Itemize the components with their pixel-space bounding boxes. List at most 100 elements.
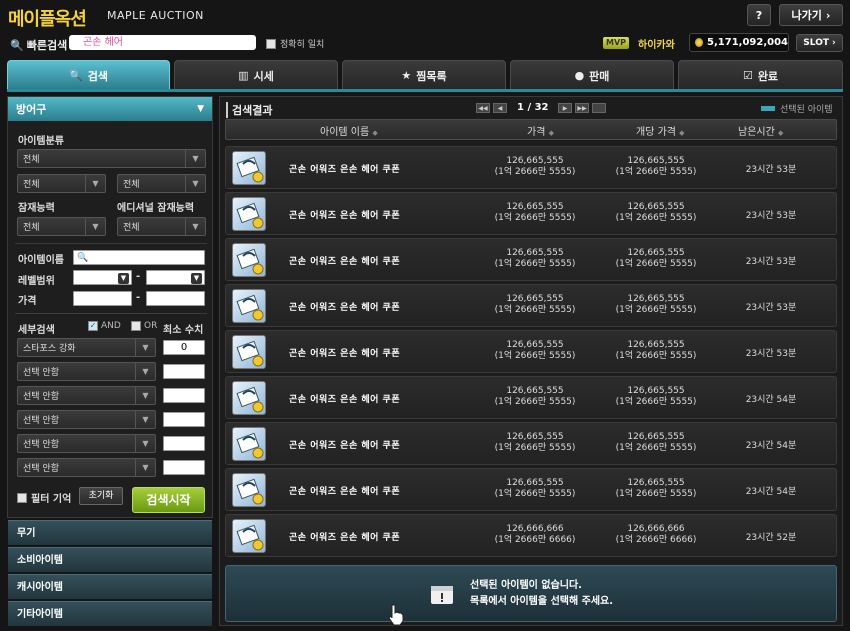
tab-label: 검색 [87, 69, 108, 83]
hand-cursor-icon [388, 604, 404, 626]
additional-potential-select[interactable]: 전체 ▼ [117, 217, 206, 236]
checkbox-icon: ☑ [742, 69, 753, 82]
item-name: 곤손 어워즈 은손 헤어 쿠폰 [289, 303, 401, 313]
prev-page-button[interactable]: ◀ [493, 103, 507, 113]
category-cash[interactable]: 캐시아이템 [8, 574, 212, 599]
unit-price-korean: (1억 2666만 5555) [615, 213, 697, 223]
category-header[interactable]: 방어구 ▼ [8, 97, 212, 121]
exit-button[interactable]: 나가기 › [779, 4, 843, 26]
price-value: 126,665,555 [506, 432, 564, 442]
item-subclass-select-2[interactable]: 전체 ▼ [117, 174, 206, 193]
reset-button[interactable]: 초기화 [79, 487, 123, 505]
sell-icon: ● [574, 69, 585, 82]
category-etc[interactable]: 기타아이템 [8, 601, 212, 626]
tab-sell[interactable]: ● 판매 [510, 60, 674, 90]
category-consumable[interactable]: 소비아이템 [8, 547, 212, 572]
level-min-select[interactable]: ▼ [73, 270, 132, 285]
item-detail-panel: 선택된 아이템이 없습니다. 목록에서 아이템을 선택해 주세요. [225, 565, 837, 622]
option-select[interactable]: 선택 안함 ▼ [17, 386, 156, 405]
price-min-input[interactable] [73, 291, 132, 306]
item-name: 곤손 어워즈 은손 헤어 쿠폰 [289, 441, 401, 451]
level-max-select[interactable]: ▼ [146, 270, 205, 285]
first-page-button[interactable]: ◀◀ [476, 103, 490, 113]
time-left: 23시간 54분 [745, 487, 797, 497]
item-subclass-select-1[interactable]: 전체 ▼ [17, 174, 106, 193]
username: 하이카와 [638, 40, 675, 51]
item-class-select[interactable]: 전체 ▼ [17, 149, 206, 168]
option-min-input[interactable] [163, 460, 205, 475]
unit-price-cell: 126,665,555 (1억 2666만 5555) [601, 156, 711, 178]
tab-complete[interactable]: ☑ 완료 [678, 60, 843, 90]
page-jump-button[interactable] [592, 103, 606, 113]
option-select[interactable]: 선택 안함 ▼ [17, 410, 156, 429]
chevron-down-icon: ▼ [135, 435, 155, 452]
exact-match-checkbox[interactable]: 정확히 일치 [266, 37, 324, 50]
level-range-label: 레벨범위 [18, 276, 55, 287]
result-row[interactable]: 곤손 어워즈 은손 헤어 쿠폰 126,665,555 (1억 2666만 5555… [225, 422, 837, 465]
checkbox-box[interactable] [266, 38, 276, 49]
option-min-input[interactable] [163, 388, 205, 403]
price-cell: 126,665,555 (1억 2666만 5555) [480, 432, 590, 454]
price-korean: (1억 2666만 5555) [494, 489, 576, 499]
starforce-min-input[interactable]: 0 [163, 340, 205, 355]
result-row[interactable]: 곤손 어워즈 은손 헤어 쿠폰 126,665,555 (1억 2666만 5555… [225, 192, 837, 235]
option-select[interactable]: 선택 안함 ▼ [17, 362, 156, 381]
result-row[interactable]: 곤손 어워즈 은손 헤어 쿠폰 126,665,555 (1억 2666만 5555… [225, 238, 837, 281]
hair-coupon-icon [232, 473, 266, 507]
unit-price-cell: 126,665,555 (1억 2666만 5555) [601, 386, 711, 408]
or-checkbox[interactable]: OR [131, 321, 157, 331]
potential-select[interactable]: 전체 ▼ [17, 217, 106, 236]
chevron-down-icon: ▼ [185, 218, 205, 235]
option-min-input[interactable] [163, 412, 205, 427]
item-name-input[interactable]: 🔍 [73, 250, 205, 265]
help-button[interactable]: ? [747, 4, 771, 26]
col-time-left[interactable]: 남은시간 ◆ [738, 123, 783, 138]
chevron-right-icon: › [825, 8, 831, 22]
unit-price-value: 126,665,555 [627, 248, 685, 258]
tab-market-price[interactable]: ▥ 시세 [174, 60, 338, 90]
chevron-right-icon: › [831, 38, 836, 48]
option-select[interactable]: 선택 안함 ▼ [17, 434, 156, 453]
option-min-input[interactable] [163, 436, 205, 451]
hair-coupon-icon [232, 151, 266, 185]
hair-coupon-icon [232, 519, 266, 553]
result-row[interactable]: 곤손 어워즈 은손 헤어 쿠폰 126,665,555 (1억 2666만 5555… [225, 376, 837, 419]
item-name: 곤손 어워즈 은손 헤어 쿠폰 [289, 211, 401, 221]
search-icon: 🔍 [10, 38, 24, 52]
tab-search[interactable]: 🔍 검색 [7, 60, 170, 90]
option-select[interactable]: 선택 안함 ▼ [17, 458, 156, 477]
item-name-label: 아이템이름 [18, 255, 64, 266]
option-select-starforce[interactable]: 스타포스 강화 ▼ [17, 338, 156, 357]
category-weapon[interactable]: 무기 [8, 520, 212, 545]
result-row[interactable]: 곤손 어워즈 은손 헤어 쿠폰 126,665,555 (1억 2666만 5555… [225, 284, 837, 327]
and-checkbox[interactable]: ✓ AND [88, 321, 121, 331]
result-row[interactable]: 곤손 어워즈 은손 헤어 쿠폰 126,665,555 (1억 2666만 5555… [225, 146, 837, 189]
item-name: 곤손 어워즈 은손 헤어 쿠폰 [289, 349, 401, 359]
unit-price-korean: (1억 2666만 5555) [615, 259, 697, 269]
unit-price-korean: (1억 2666만 6666) [615, 535, 697, 545]
chevron-down-icon: ▼ [185, 175, 205, 192]
result-row[interactable]: 곤손 어워즈 은손 헤어 쿠폰 126,666,666 (1억 2666만 6666… [225, 514, 837, 557]
filter-memory-checkbox[interactable]: 필터 기억 [17, 490, 71, 505]
select-value: 선택 안함 [23, 368, 59, 378]
col-unit-price[interactable]: 개당 가격 ◆ [636, 123, 685, 138]
sort-icon: ◆ [679, 129, 685, 137]
unit-price-korean: (1억 2666만 5555) [615, 305, 697, 315]
result-row[interactable]: 곤손 어워즈 은손 헤어 쿠폰 126,665,555 (1억 2666만 5555… [225, 468, 837, 511]
range-dash: - [136, 292, 141, 303]
slot-button[interactable]: SLOT › [796, 34, 843, 52]
option-min-input[interactable] [163, 364, 205, 379]
col-item-name[interactable]: 아이템 이름 ◆ [320, 123, 378, 138]
hair-coupon-icon [232, 197, 266, 231]
price-max-input[interactable] [146, 291, 205, 306]
unit-price-value: 126,665,555 [627, 432, 685, 442]
result-row[interactable]: 곤손 어워즈 은손 헤어 쿠폰 126,665,555 (1억 2666만 5555… [225, 330, 837, 373]
tab-wishlist[interactable]: ★ 찜목록 [342, 60, 506, 90]
next-page-button[interactable]: ▶ [558, 103, 572, 113]
col-price[interactable]: 가격 ◆ [527, 123, 554, 138]
last-page-button[interactable]: ▶▶ [575, 103, 589, 113]
unit-price-korean: (1억 2666만 5555) [615, 167, 697, 177]
quick-search-input[interactable]: 곤손 헤어 [69, 35, 256, 50]
search-start-button[interactable]: 검색시작 [132, 487, 205, 513]
col-label: 아이템 이름 [320, 127, 370, 138]
